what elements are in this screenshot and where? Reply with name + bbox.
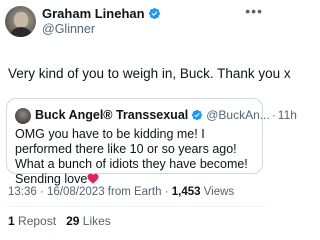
quoted-text-body: OMG you have to be kidding me! I perform…: [15, 127, 248, 186]
quoted-author-row: Buck Angel® Transsexual @BuckAn... · 11h: [35, 107, 297, 123]
quoted-timestamp: 11h: [277, 108, 297, 122]
reposts-count: 1: [8, 214, 15, 228]
likes-count: 29: [66, 214, 80, 228]
author-handle[interactable]: @Glinner: [42, 22, 95, 36]
engagement-stats: 1 Repost 29 Likes: [8, 214, 111, 228]
likes-label: Likes: [82, 214, 111, 228]
views-label: Views: [203, 186, 235, 198]
tweet-date[interactable]: 16/08/2023: [47, 186, 105, 198]
quoted-tweet-card[interactable]: Buck Angel® Transsexual @BuckAn... · 11h…: [6, 98, 297, 186]
meta-separator-2: ·: [164, 186, 169, 198]
red-heart-icon: [87, 173, 99, 184]
quoted-handle: @BuckAn...: [206, 108, 270, 122]
reposts-label: Repost: [18, 214, 57, 228]
author-display-name[interactable]: Graham Linehan: [42, 6, 145, 21]
tweet-time[interactable]: 13:36: [8, 186, 37, 198]
more-horizontal-icon[interactable]: •••: [245, 3, 263, 19]
tweet-meta: 13:36 · 16/08/2023 from Earth · 1,453 Vi…: [8, 186, 234, 198]
author-name-row: Graham Linehan: [42, 5, 161, 21]
quoted-verified-badge-icon: [192, 109, 203, 121]
tweet-text: Very kind of you to weigh in, Buck. Than…: [8, 66, 291, 81]
reposts-stat[interactable]: 1 Repost: [8, 214, 56, 228]
author-avatar[interactable]: [5, 6, 36, 37]
tweet-source: from Earth: [107, 186, 162, 198]
divider: [6, 206, 265, 207]
quoted-tweet-text: OMG you have to be kidding me! I perform…: [15, 127, 255, 187]
quoted-separator: ·: [271, 108, 276, 122]
quoted-display-name: Buck Angel® Transsexual: [35, 108, 189, 122]
avatar-face: [14, 12, 28, 28]
quoted-author-avatar: [15, 108, 31, 124]
views-count: 1,453: [171, 186, 201, 198]
verified-badge-icon: [148, 7, 160, 19]
avatar-body: [9, 27, 33, 37]
meta-separator: ·: [39, 186, 44, 198]
likes-stat[interactable]: 29 Likes: [66, 214, 111, 228]
